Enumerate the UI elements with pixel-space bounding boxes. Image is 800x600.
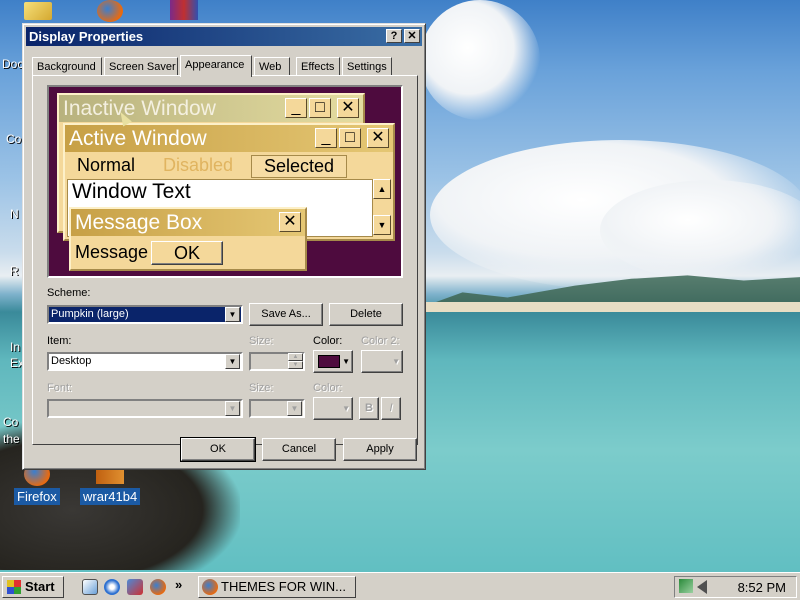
volume-icon[interactable] [697, 580, 707, 594]
shoreline [425, 302, 800, 312]
item-size-up-icon: ▲ [288, 353, 303, 361]
preview-minimize-icon: _ [315, 128, 337, 148]
ok-button[interactable]: OK [180, 437, 256, 462]
close-button[interactable]: ✕ [404, 29, 420, 43]
preview-active-title-text: Active Window [69, 127, 207, 150]
desktop-icon-label[interactable]: the [3, 432, 20, 446]
preview-scroll-down-icon: ▼ [373, 215, 391, 235]
taskbar: Start » THEMES FOR WIN... 8:52 PM [0, 572, 800, 600]
item-color-button[interactable]: ▼ [313, 350, 353, 373]
item-color-arrow-icon: ▼ [342, 357, 350, 366]
item-color2-arrow-icon: ▼ [392, 357, 400, 366]
preview-menu-selected: Selected [251, 155, 348, 178]
outlook-express-icon[interactable] [127, 579, 143, 595]
tab-settings[interactable]: Settings [342, 57, 392, 76]
desktop-icon-label[interactable]: Co [3, 415, 18, 429]
firefox-icon [202, 579, 218, 595]
preview-maximize-icon: □ [339, 128, 361, 148]
winrar-icon[interactable] [170, 0, 198, 20]
cloud [420, 0, 540, 120]
font-color-arrow-icon: ▼ [342, 404, 350, 413]
tab-appearance[interactable]: Appearance [180, 55, 252, 77]
desktop-icon-label-firefox[interactable]: Firefox [14, 488, 60, 505]
desktop-icon-label[interactable]: Doc [2, 57, 23, 71]
preview-msgbox-title: Message Box [71, 209, 305, 236]
tab-web[interactable]: Web [254, 57, 290, 76]
scheme-label: Scheme: [47, 287, 91, 299]
item-color-swatch [318, 355, 340, 368]
quicklaunch-more-icon[interactable]: » [175, 577, 182, 592]
apply-button[interactable]: Apply [343, 438, 417, 461]
italic-button: I [381, 397, 401, 420]
clock[interactable]: 8:52 PM [738, 580, 786, 595]
item-color2-label: Color 2: [361, 335, 400, 347]
font-color-label: Color: [313, 382, 343, 394]
desktop-icon-label[interactable]: N [10, 207, 19, 221]
font-size-label: Size: [249, 382, 274, 394]
tab-screen-saver[interactable]: Screen Saver [104, 57, 178, 76]
desktop-icon-label[interactable]: In [10, 340, 20, 354]
desktop-icon-label[interactable]: Co [6, 132, 21, 146]
font-dropdown-arrow-icon: ▼ [225, 401, 240, 416]
preview-maximize-icon: □ [309, 98, 331, 118]
help-button[interactable]: ? [386, 29, 402, 43]
preview-menu-normal: Normal [77, 155, 136, 175]
start-button[interactable]: Start [2, 576, 64, 598]
item-color-label: Color: [313, 335, 343, 347]
internet-explorer-icon[interactable] [104, 579, 120, 595]
taskbar-item-label: THEMES FOR WIN... [221, 579, 346, 594]
preview-msgbox-text: Message Text [75, 242, 153, 262]
tab-effects[interactable]: Effects [296, 57, 340, 76]
preview-scroll-up-icon: ▲ [373, 179, 391, 199]
start-label: Start [25, 579, 55, 594]
font-color-button: ▼ [313, 397, 353, 420]
firefox-icon[interactable] [97, 0, 123, 22]
save-as-button[interactable]: Save As... [249, 303, 323, 326]
taskbar-item-themes[interactable]: THEMES FOR WIN... [198, 576, 356, 598]
item-size-label: Size: [249, 335, 274, 347]
cancel-button[interactable]: Cancel [262, 438, 336, 461]
preview-close-icon: ✕ [337, 98, 359, 118]
title-bar[interactable]: Display Properties ? ✕ [26, 27, 422, 46]
preview-msgbox-ok-button: OK [151, 241, 223, 265]
tab-background[interactable]: Background [32, 57, 102, 76]
preview-msgbox-close-icon: ✕ [279, 212, 301, 232]
display-properties-window: Display Properties ? ✕ Background Screen… [22, 23, 426, 470]
preview-inactive-title-text: Inactive Window [63, 97, 216, 120]
firefox-quicklaunch-icon[interactable] [150, 579, 166, 595]
folder-icon[interactable] [24, 2, 52, 20]
font-size-arrow-icon: ▼ [287, 401, 302, 416]
bold-button: B [359, 397, 379, 420]
network-icon[interactable] [679, 579, 693, 593]
preview-close-icon: ✕ [367, 128, 389, 148]
item-dropdown-arrow-icon[interactable]: ▼ [225, 354, 240, 369]
preview-menu-disabled: Disabled [163, 155, 234, 175]
preview-minimize-icon: _ [285, 98, 307, 118]
appearance-preview[interactable]: Inactive Window _ □ ✕ Active Window _ □ … [47, 85, 403, 278]
desktop-icon-label[interactable]: R [10, 264, 19, 278]
scheme-dropdown-arrow-icon[interactable]: ▼ [225, 307, 240, 322]
preview-msgbox-title-text: Message Box [75, 211, 203, 234]
item-label: Item: [47, 335, 72, 347]
preview-message-box[interactable]: Message Box ✕ Message Text OK [69, 207, 307, 271]
item-size-down-icon: ▼ [288, 361, 303, 369]
item-color2-button: ▼ [361, 350, 403, 373]
desktop-icon-label-wrar41b4[interactable]: wrar41b4 [80, 488, 141, 505]
windows-logo-icon [7, 580, 21, 594]
scheme-dropdown[interactable]: Pumpkin (large) [47, 305, 243, 324]
system-tray: 8:52 PM [674, 576, 797, 598]
item-dropdown[interactable]: Desktop [47, 352, 243, 371]
window-title: Display Properties [29, 29, 144, 44]
font-label: Font: [47, 382, 73, 394]
show-desktop-icon[interactable] [82, 579, 98, 595]
delete-button[interactable]: Delete [329, 303, 403, 326]
font-dropdown [47, 399, 243, 418]
